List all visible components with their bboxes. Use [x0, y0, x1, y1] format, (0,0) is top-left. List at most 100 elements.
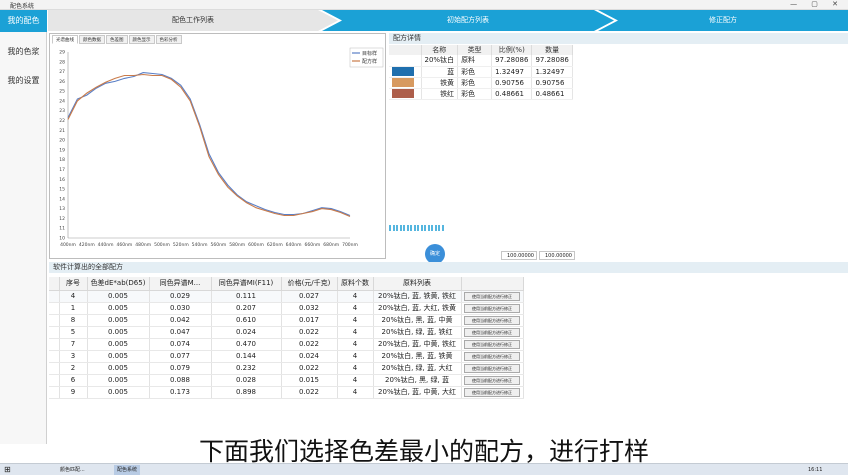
y-tick-label: 27	[59, 69, 65, 75]
y-tick-label: 13	[59, 206, 65, 212]
use-recipe-button[interactable]: 使用当前配方进行修正	[464, 339, 520, 349]
use-recipe-button[interactable]: 使用当前配方进行修正	[464, 387, 520, 397]
tab-color-diff[interactable]: 色差图	[106, 35, 128, 44]
recipe-action-cell: 使用当前配方进行修正	[461, 362, 524, 375]
use-recipe-button[interactable]: 使用当前配方进行修正	[464, 375, 520, 385]
formula-row[interactable]: 铁红 彩色 0.48661 0.48661	[389, 88, 573, 100]
recipe-metamerism-1: 0.030	[149, 302, 212, 315]
formula-qty: 0.48661	[531, 88, 573, 100]
recipe-action-cell: 使用当前配方进行修正	[461, 314, 524, 327]
tab-color-analysis[interactable]: 色彩分析	[155, 35, 182, 44]
col-metamerism-f11[interactable]: 同色异谱MI(F11)	[211, 277, 282, 291]
recipe-no: 6	[59, 374, 88, 387]
col-price[interactable]: 价格(元/千克)	[281, 277, 338, 291]
formula-row[interactable]: 20%钛白 原料 97.28086 97.28086	[389, 55, 573, 67]
recipe-row[interactable]: 4 0.005 0.029 0.111 0.027 4 20%钛白, 蓝, 铁黄, 铁红 使用…	[49, 290, 524, 303]
formula-qty: 0.90756	[531, 77, 573, 89]
formula-name: 铁黄	[421, 77, 459, 89]
sidebar-item-my-settings[interactable]: 我的设置	[0, 70, 47, 92]
col-material-list[interactable]: 原料列表	[373, 277, 462, 291]
recipe-row[interactable]: 5 0.005 0.047 0.024 0.022 4 20%钛白, 绿, 蓝, 铁红 使用当…	[49, 326, 524, 339]
recipe-row[interactable]: 7 0.005 0.074 0.470 0.022 4 20%钛白, 蓝, 中黄, 铁红 使用…	[49, 338, 524, 351]
recipe-metamerism-1: 0.088	[149, 374, 212, 387]
x-tick-label: 560nm	[210, 242, 226, 248]
x-tick-label: 580nm	[229, 242, 245, 248]
recipe-row[interactable]: 3 0.005 0.077 0.144 0.024 4 20%钛白, 黑, 蓝, 铁黄 使用当…	[49, 350, 524, 363]
col-swatch	[389, 45, 422, 55]
recipe-materials: 20%钛白, 黑, 绿, 蓝	[373, 374, 462, 387]
formula-ratio: 0.90756	[491, 77, 533, 89]
formula-detail-title: 配方详情	[389, 33, 848, 44]
y-tick-label: 19	[59, 147, 65, 153]
x-tick-label: 600nm	[248, 242, 264, 248]
spectral-chart-panel: 光谱曲线 颜色数据 色差图 颜色显示 色彩分析 10 11 12 13 14 15 16 17…	[49, 33, 386, 259]
recipe-delta-e: 0.005	[87, 314, 150, 327]
recipe-delta-e: 0.005	[87, 350, 150, 363]
confirm-round-button[interactable]: 确定	[425, 244, 445, 264]
row-indicator	[49, 314, 60, 327]
recipe-no: 5	[59, 326, 88, 339]
use-recipe-button[interactable]: 使用当前配方进行修正	[464, 363, 520, 373]
total-ratio-field[interactable]: 100.00000	[501, 251, 537, 260]
recipe-delta-e: 0.005	[87, 326, 150, 339]
tab-color-data[interactable]: 颜色数据	[79, 35, 105, 44]
col-count[interactable]: 原料个数	[337, 277, 374, 291]
series-line-0	[67, 72, 351, 217]
recipe-price: 0.032	[281, 302, 338, 315]
use-recipe-button[interactable]: 使用当前配方进行修正	[464, 315, 520, 325]
recipe-metamerism-f11: 0.898	[211, 386, 282, 399]
recipe-no: 9	[59, 386, 88, 399]
recipe-price: 0.022	[281, 338, 338, 351]
y-tick-label: 29	[59, 50, 65, 56]
use-recipe-button[interactable]: 使用当前配方进行修正	[464, 291, 520, 301]
recipe-count: 4	[337, 350, 374, 363]
recipe-materials: 20%钛白, 蓝, 大红, 铁黄	[373, 302, 462, 315]
col-delta-e[interactable]: 色差dE*ab(D65)	[87, 277, 150, 291]
recipe-no: 2	[59, 362, 88, 375]
step-correct-formula[interactable]: 修正配方	[598, 10, 848, 31]
col-metamerism-1[interactable]: 同色异谱M...	[149, 277, 212, 291]
step-work-list[interactable]: 配色工作列表	[48, 10, 338, 31]
row-indicator	[49, 338, 60, 351]
recipe-row[interactable]: 9 0.005 0.173 0.898 0.022 4 20%钛白, 蓝, 中黄, 大红 使用…	[49, 386, 524, 399]
recipe-row[interactable]: 6 0.005 0.088 0.028 0.015 4 20%钛白, 黑, 绿, 蓝使用当前…	[49, 374, 524, 387]
x-tick-label: 400nm	[60, 242, 76, 248]
sidebar-item-my-pastes[interactable]: 我的色浆	[0, 41, 47, 63]
recipe-action-cell: 使用当前配方进行修正	[461, 350, 524, 363]
recipe-row[interactable]: 2 0.005 0.079 0.232 0.022 4 20%钛白, 绿, 蓝, 大红 使用当…	[49, 362, 524, 375]
window-controls[interactable]: — ▢ ✕	[790, 0, 844, 8]
title-bar: 配色系统 — ▢ ✕	[0, 0, 848, 10]
windows-start-icon[interactable]: ⊞	[4, 465, 11, 475]
formula-row[interactable]: 蓝彩色 1.32497 1.32497	[389, 66, 573, 78]
total-qty-field[interactable]: 100.00000	[539, 251, 575, 260]
recipe-row[interactable]: 1 0.005 0.030 0.207 0.032 4 20%钛白, 蓝, 大红, 铁黄 使用…	[49, 302, 524, 315]
tab-color-display[interactable]: 颜色显示	[128, 35, 155, 44]
use-recipe-button[interactable]: 使用当前配方进行修正	[464, 303, 520, 313]
use-recipe-button[interactable]: 使用当前配方进行修正	[464, 351, 520, 361]
taskbar-app-color-system[interactable]: 配色系统	[114, 465, 141, 475]
tab-spectral-curve[interactable]: 光谱曲线	[52, 35, 78, 44]
recipe-materials: 20%钛白, 绿, 蓝, 大红	[373, 362, 462, 375]
sidebar-item-my-colors[interactable]: 我的配色	[0, 10, 47, 32]
use-recipe-button[interactable]: 使用当前配方进行修正	[464, 327, 520, 337]
y-tick-label: 25	[59, 89, 65, 95]
step-initial-formulas[interactable]: 初始配方列表	[322, 10, 614, 31]
row-indicator	[49, 302, 60, 315]
color-swatch	[392, 78, 414, 87]
recipe-row[interactable]: 8 0.005 0.042 0.610 0.017 4 20%钛白, 黑, 蓝, 中黄 使用当…	[49, 314, 524, 327]
recipe-materials: 20%钛白, 蓝, 中黄, 铁红	[373, 338, 462, 351]
recipe-delta-e: 0.005	[87, 362, 150, 375]
x-tick-label: 520nm	[173, 242, 189, 248]
col-no[interactable]: 序号	[59, 277, 88, 291]
recipe-no: 1	[59, 302, 88, 315]
x-tick-label: 620nm	[267, 242, 283, 248]
formula-type: 彩色	[457, 77, 493, 89]
x-tick-label: 420nm	[79, 242, 95, 248]
formula-row[interactable]: 铁黄 彩色 0.90756 0.90756	[389, 77, 573, 89]
color-swatch	[392, 67, 414, 76]
recipe-count: 4	[337, 290, 374, 303]
taskbar-app-color-match[interactable]: 颜色匹配...	[60, 465, 85, 475]
formula-ratio: 0.48661	[491, 88, 533, 100]
recipe-metamerism-1: 0.047	[149, 326, 212, 339]
x-tick-label: 540nm	[192, 242, 208, 248]
